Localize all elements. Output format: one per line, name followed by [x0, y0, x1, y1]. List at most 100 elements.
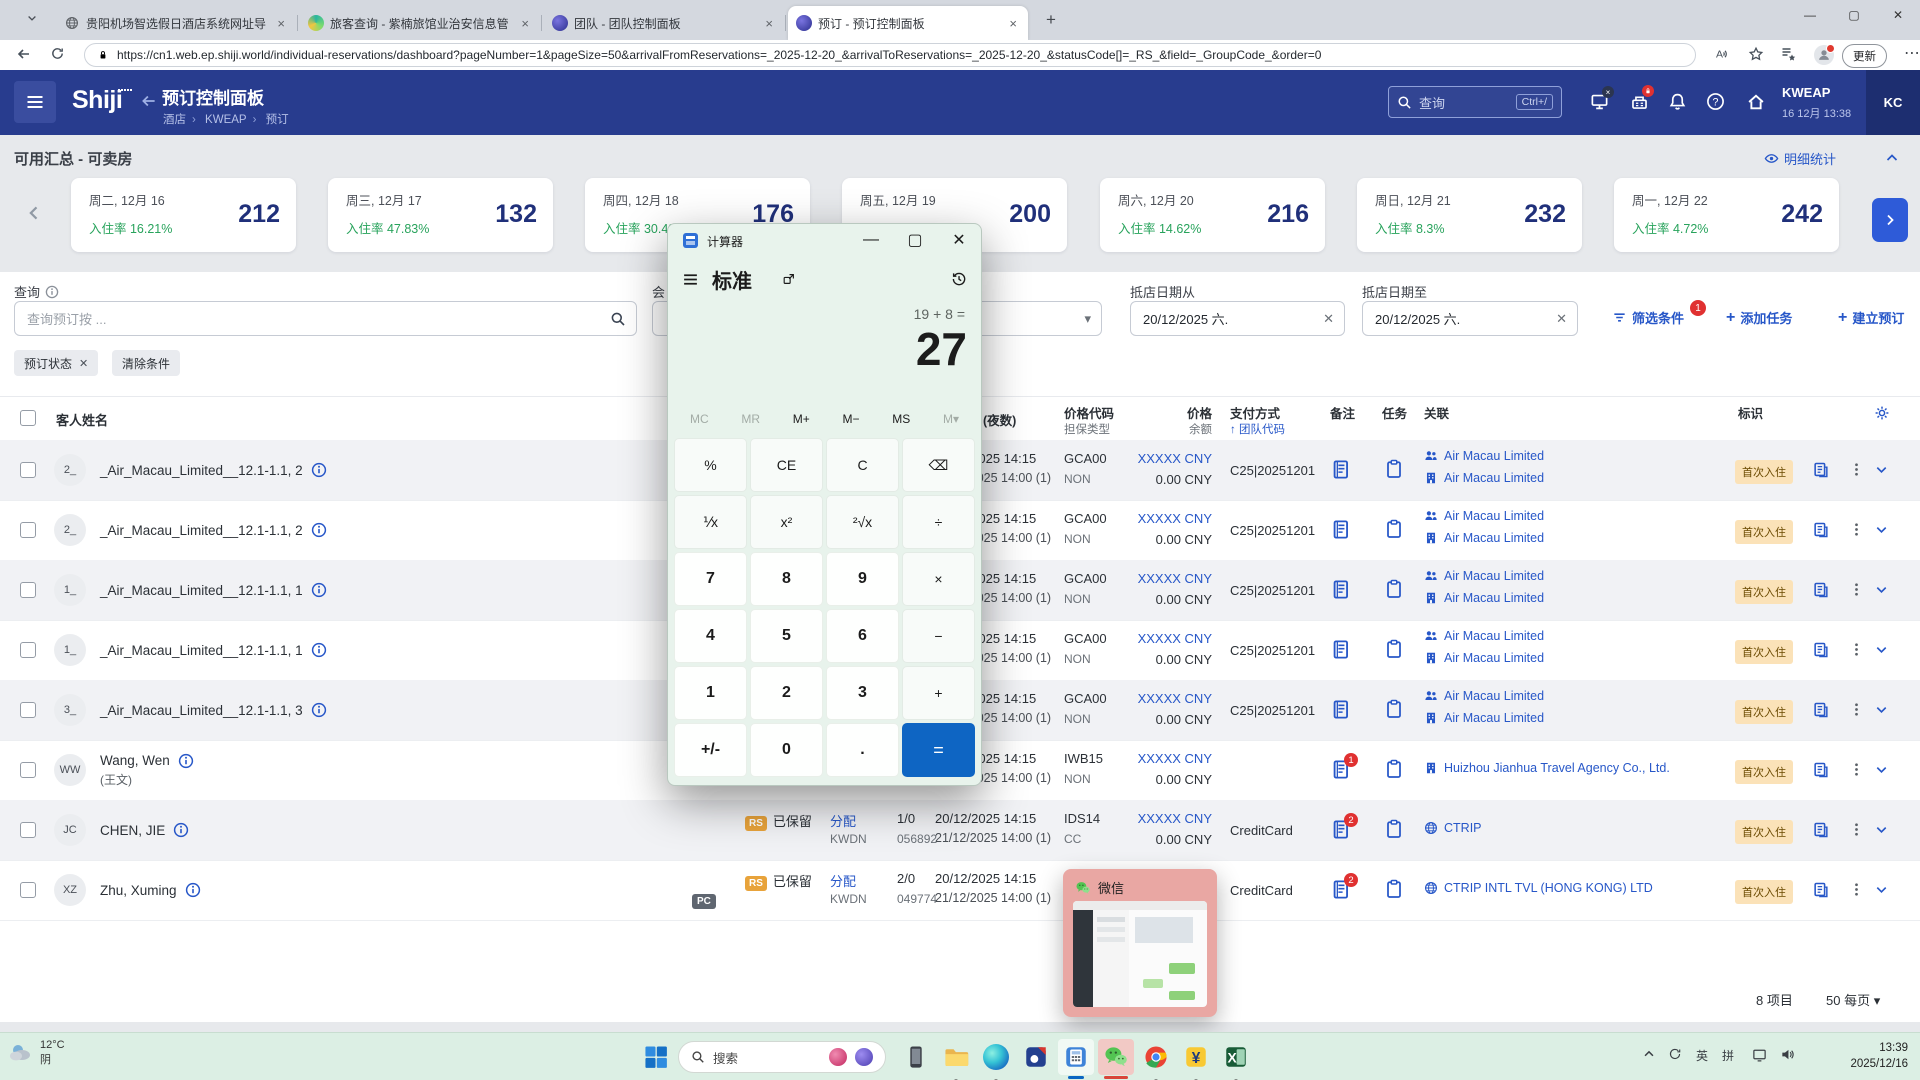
window-minimize-button[interactable]: —: [1788, 0, 1832, 30]
calc-key[interactable]: 4: [674, 609, 747, 663]
expand-chevron-icon[interactable]: [1874, 522, 1889, 537]
info-icon[interactable]: [311, 462, 327, 478]
price[interactable]: XXXXX CNY: [1118, 811, 1212, 826]
expand-chevron-icon[interactable]: [1874, 462, 1889, 477]
window-close-button[interactable]: ✕: [1876, 0, 1920, 30]
notes-icon[interactable]: [1330, 639, 1351, 660]
calc-key[interactable]: 3: [826, 666, 899, 720]
tab-close-icon[interactable]: ×: [518, 16, 532, 31]
tasks-icon[interactable]: [1384, 699, 1404, 719]
calc-key[interactable]: %: [674, 438, 747, 492]
taskbar-search[interactable]: 搜索: [678, 1041, 886, 1073]
tasks-icon[interactable]: [1384, 639, 1404, 659]
browser-tab[interactable]: 旅客查询 - 紫楠旅馆业治安信息管×: [300, 6, 540, 40]
availability-card[interactable]: 周日, 12月 21入住率 8.3%232: [1357, 178, 1582, 252]
availability-card[interactable]: 周三, 12月 17入住率 47.83%132: [328, 178, 553, 252]
row-checkbox[interactable]: [20, 642, 36, 658]
calc-key[interactable]: 9: [826, 552, 899, 606]
kebab-menu-icon[interactable]: [1848, 881, 1865, 898]
notes-icon[interactable]: [1330, 579, 1351, 600]
notes-icon[interactable]: [1330, 519, 1351, 540]
page-size-select[interactable]: 50 每页 ▾: [1826, 990, 1880, 1009]
info-icon[interactable]: [311, 582, 327, 598]
address-bar[interactable]: https://cn1.web.ep.shiji.world/individua…: [84, 43, 1696, 67]
calc-key[interactable]: ²√x: [826, 495, 899, 549]
calc-close-button[interactable]: ✕: [937, 224, 981, 256]
tab-search-icon[interactable]: [26, 12, 38, 24]
chip-close-icon[interactable]: ✕: [79, 357, 88, 370]
browser-tab[interactable]: 预订 - 预订控制面板×: [788, 6, 1028, 40]
kebab-menu-icon[interactable]: [1848, 581, 1865, 598]
read-aloud-icon[interactable]: A: [1714, 46, 1730, 62]
related-link[interactable]: Air Macau Limited: [1424, 651, 1544, 665]
keep-on-top-icon[interactable]: [782, 272, 796, 286]
bell-icon[interactable]: [1668, 92, 1687, 111]
back-arrow-icon[interactable]: [140, 92, 158, 110]
related-link[interactable]: Air Macau Limited: [1424, 471, 1544, 485]
row-checkbox[interactable]: [20, 462, 36, 478]
property-code[interactable]: KWEAP: [1782, 85, 1830, 100]
tab-close-icon[interactable]: ×: [274, 16, 288, 31]
ime-mode[interactable]: 拼: [1722, 1047, 1734, 1064]
notes-icon[interactable]: 1: [1330, 759, 1351, 780]
row-checkbox[interactable]: [20, 702, 36, 718]
table-row[interactable]: JCCHEN, JIERS已保留分配KWDN1/005689220/12/202…: [0, 800, 1920, 861]
guest-name[interactable]: _Air_Macau_Limited__12.1-1.1, 2: [100, 463, 303, 478]
calc-key[interactable]: 1: [674, 666, 747, 720]
ime-language[interactable]: 英: [1696, 1047, 1708, 1064]
wechat-window-thumbnail[interactable]: [1073, 901, 1207, 1007]
app-blue-red-icon[interactable]: [1018, 1039, 1054, 1075]
url-text[interactable]: https://cn1.web.ep.shiji.world/individua…: [117, 48, 1577, 62]
speaker-icon[interactable]: [1780, 1047, 1795, 1062]
browser-menu-icon[interactable]: ⋯: [1904, 43, 1920, 63]
expand-chevron-icon[interactable]: [1874, 702, 1889, 717]
related-link[interactable]: Air Macau Limited: [1424, 449, 1544, 463]
explorer-icon[interactable]: [938, 1039, 974, 1075]
info-icon[interactable]: [311, 702, 327, 718]
guest-name[interactable]: Wang, Wen: [100, 753, 170, 768]
memory-key[interactable]: MS: [886, 408, 916, 430]
tab-close-icon[interactable]: ×: [1006, 16, 1020, 31]
related-link[interactable]: Air Macau Limited: [1424, 629, 1544, 643]
calc-key[interactable]: ÷: [902, 495, 975, 549]
calculator-titlebar[interactable]: 计算器 — ▢ ✕: [668, 224, 981, 256]
status-chip[interactable]: 预订状态✕: [14, 350, 98, 376]
guest-name[interactable]: _Air_Macau_Limited__12.1-1.1, 1: [100, 583, 303, 598]
audit-icon[interactable]: [1812, 881, 1830, 899]
kebab-menu-icon[interactable]: [1848, 821, 1865, 838]
select-all-checkbox[interactable]: [20, 410, 36, 426]
expand-chevron-icon[interactable]: [1874, 642, 1889, 657]
tray-chevron-up-icon[interactable]: [1642, 1047, 1656, 1061]
detail-stats-link[interactable]: 明细统计: [1764, 149, 1836, 168]
search-icon[interactable]: [610, 311, 626, 327]
price[interactable]: XXXXX CNY: [1118, 631, 1212, 646]
add-task-button[interactable]: +添加任务: [1726, 308, 1792, 327]
clear-filters-chip[interactable]: 清除条件: [112, 350, 180, 376]
col-group-code[interactable]: ↑ 团队代码: [1230, 421, 1285, 437]
row-checkbox[interactable]: [20, 762, 36, 778]
row-checkbox[interactable]: [20, 582, 36, 598]
user-avatar[interactable]: KC: [1866, 70, 1920, 135]
finance-yen-icon[interactable]: ¥: [1178, 1039, 1214, 1075]
calculator-icon[interactable]: [1058, 1039, 1094, 1075]
info-icon[interactable]: [173, 822, 189, 838]
row-checkbox[interactable]: [20, 822, 36, 838]
calc-key[interactable]: 5: [750, 609, 823, 663]
browser-back-icon[interactable]: [16, 46, 32, 62]
browser-tab[interactable]: 贵阳机场智选假日酒店系统网址导×: [56, 6, 296, 40]
calc-key[interactable]: 0: [750, 723, 823, 777]
edge-icon[interactable]: [978, 1039, 1014, 1075]
collections-icon[interactable]: [1780, 46, 1796, 62]
calc-key[interactable]: C: [826, 438, 899, 492]
calc-key[interactable]: ⅟x: [674, 495, 747, 549]
info-icon[interactable]: [311, 522, 327, 538]
calc-key[interactable]: −: [902, 609, 975, 663]
clear-icon[interactable]: ✕: [1556, 311, 1567, 327]
related-link[interactable]: Air Macau Limited: [1424, 569, 1544, 583]
calc-maximize-button[interactable]: ▢: [893, 224, 937, 256]
table-row[interactable]: XZZhu, XumingPCRS已保留分配KWDN2/004977420/12…: [0, 860, 1920, 921]
availability-card[interactable]: 周六, 12月 20入住率 14.62%216: [1100, 178, 1325, 252]
start-button[interactable]: [638, 1039, 674, 1075]
calc-key[interactable]: 7: [674, 552, 747, 606]
notes-icon[interactable]: 2: [1330, 879, 1351, 900]
